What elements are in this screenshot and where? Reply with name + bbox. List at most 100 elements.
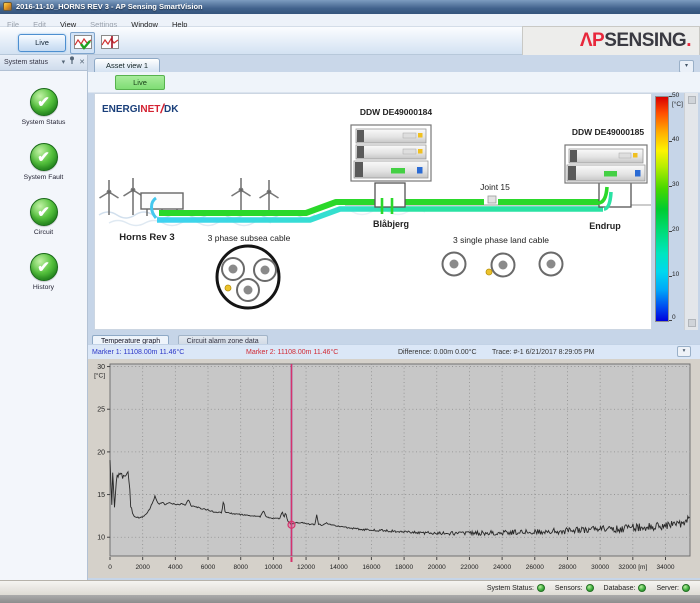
graph-options-button[interactable]: ▾ bbox=[677, 346, 691, 357]
tab-asset-view-1[interactable]: Asset view 1 bbox=[94, 58, 160, 72]
system-status-panel-header: System status ✕ ▾ bbox=[0, 55, 87, 71]
difference-readout: Difference: 0.00m 0.00°C bbox=[398, 345, 477, 360]
bottom-edge bbox=[0, 595, 700, 603]
colorbar-tick-40: 40 bbox=[672, 136, 679, 143]
panel-menu-chevron-icon[interactable]: ▾ bbox=[60, 55, 68, 70]
smartvision-window: 2016-11-10_HORNS REV 3 - AP Sensing Smar… bbox=[0, 0, 700, 603]
graph-tab-strip: Temperature graph Circuit alarm zone dat… bbox=[88, 330, 700, 344]
colorbar-tick-20: 20 bbox=[672, 226, 679, 233]
graph-check-icon bbox=[74, 35, 92, 51]
svg-text:15: 15 bbox=[97, 492, 105, 499]
status-sensors: Sensors: bbox=[555, 584, 594, 592]
endrup-label: Endrup bbox=[577, 221, 633, 231]
subsea-cable-crosssection bbox=[217, 246, 279, 308]
joint-15-label: Joint 15 bbox=[467, 182, 523, 192]
svg-text:32000 [m]: 32000 [m] bbox=[618, 564, 647, 571]
brand-logo-ap: ΛP bbox=[580, 30, 604, 51]
status-server: Server: bbox=[656, 584, 690, 592]
status-ok-icon: ✔ bbox=[30, 253, 58, 281]
marker2-readout: Marker 2: 11108.00m 11.46°C bbox=[246, 345, 338, 360]
svg-text:20: 20 bbox=[97, 449, 105, 456]
subsea-cable-label: 3 phase subsea cable bbox=[194, 233, 304, 243]
graph-marker-button[interactable] bbox=[97, 32, 122, 54]
sidebar-item-system-fault[interactable]: ✔ System Fault bbox=[0, 143, 87, 181]
blabjerg-label: Blåbjerg bbox=[363, 219, 419, 229]
svg-text:10000: 10000 bbox=[264, 564, 282, 571]
panel-pin-icon[interactable] bbox=[67, 55, 77, 70]
colorbar-scrollbar[interactable] bbox=[684, 93, 698, 330]
system-status-panel-title: System status bbox=[4, 59, 48, 66]
status-ok-icon: ✔ bbox=[30, 143, 58, 171]
sidebar-item-history[interactable]: ✔ History bbox=[0, 253, 87, 291]
status-ok-icon: ✔ bbox=[30, 198, 58, 226]
status-ok-dot bbox=[537, 584, 545, 592]
status-ok-icon: ✔ bbox=[30, 88, 58, 116]
sidebar-item-label: History bbox=[33, 284, 54, 291]
panel-close-icon[interactable]: ✕ bbox=[77, 55, 87, 70]
status-system: System Status: bbox=[487, 584, 545, 592]
svg-text:6000: 6000 bbox=[201, 564, 216, 571]
svg-text:8000: 8000 bbox=[233, 564, 248, 571]
brand-logo-sensing: SENSING bbox=[604, 30, 686, 51]
colorbar-tick-0: 0 bbox=[672, 314, 676, 321]
svg-text:18000: 18000 bbox=[395, 564, 413, 571]
temperature-chart[interactable]: 0 2000 4000 6000 8000 10000 12000 14000 16000 180… bbox=[88, 359, 700, 578]
sidebar-item-system-status[interactable]: ✔ System Status bbox=[0, 88, 87, 126]
svg-text:26000: 26000 bbox=[526, 564, 544, 571]
svg-text:14000: 14000 bbox=[330, 564, 348, 571]
status-ok-dot bbox=[638, 584, 646, 592]
svg-text:0: 0 bbox=[108, 564, 112, 571]
svg-text:20000: 20000 bbox=[428, 564, 446, 571]
status-ok-dot bbox=[586, 584, 594, 592]
window-title: 2016-11-10_HORNS REV 3 - AP Sensing Smar… bbox=[16, 2, 203, 11]
marker1-readout: Marker 1: 11108.00m 11.46°C bbox=[92, 345, 184, 360]
colorbar-tick-10: 10 bbox=[672, 271, 679, 278]
sidebar-item-label: Circuit bbox=[34, 229, 53, 236]
document-tab-strip: Asset view 1 bbox=[88, 55, 700, 72]
ddw1-label: DDW DE49000184 bbox=[350, 107, 442, 117]
svg-text:12000: 12000 bbox=[297, 564, 315, 571]
graph-marker-icon bbox=[101, 35, 119, 51]
svg-text:28000: 28000 bbox=[558, 564, 576, 571]
live-toolbar-button[interactable]: Live bbox=[18, 34, 66, 52]
svg-text:4000: 4000 bbox=[168, 564, 183, 571]
svg-text:34000: 34000 bbox=[656, 564, 674, 571]
asset-diagram-canvas[interactable]: ENERGINET/DK DDW DE49000184 DDW DE490001… bbox=[94, 93, 652, 330]
ddw-box-2 bbox=[565, 145, 647, 183]
svg-text:10: 10 bbox=[97, 535, 105, 542]
ddw-box-1 bbox=[351, 125, 431, 181]
brand-bar: ΛPSENSING. bbox=[522, 26, 700, 56]
land-cable-crosssection bbox=[443, 253, 563, 277]
energinet-logo: ENERGINET/DK bbox=[102, 100, 178, 115]
svg-text:24000: 24000 bbox=[493, 564, 511, 571]
joint-box bbox=[488, 196, 496, 203]
svg-text:[°C]: [°C] bbox=[94, 372, 105, 380]
system-status-panel: System status ✕ ▾ ✔ System Status ✔ Syst… bbox=[0, 55, 88, 580]
brand-logo-dot: . bbox=[686, 30, 691, 51]
trace-readout: Trace: #-1 6/21/2017 8:29:05 PM bbox=[492, 345, 594, 360]
colorbar-unit: [°C] bbox=[672, 101, 683, 108]
marker-info-bar: Marker 1: 11108.00m 11.46°C Marker 2: 11… bbox=[88, 344, 700, 359]
asset-view-toolbar bbox=[88, 72, 700, 93]
svg-text:16000: 16000 bbox=[362, 564, 380, 571]
horns-rev-label: Horns Rev 3 bbox=[107, 232, 187, 243]
wind-turbines bbox=[100, 178, 279, 215]
status-database: Database: bbox=[604, 584, 647, 592]
sidebar-item-label: System Status bbox=[22, 119, 66, 126]
graph-check-button[interactable] bbox=[70, 32, 95, 54]
app-icon bbox=[3, 2, 12, 11]
svg-text:2000: 2000 bbox=[135, 564, 150, 571]
energinet-slash: / bbox=[160, 101, 164, 116]
colorbar-tick-50: 50 bbox=[672, 92, 679, 99]
temperature-colorbar bbox=[655, 96, 669, 322]
status-ok-dot bbox=[682, 584, 690, 592]
colorbar-tick-30: 30 bbox=[672, 181, 679, 188]
title-bar: 2016-11-10_HORNS REV 3 - AP Sensing Smar… bbox=[0, 0, 700, 14]
sidebar-item-circuit[interactable]: ✔ Circuit bbox=[0, 198, 87, 236]
svg-text:30000: 30000 bbox=[591, 564, 609, 571]
status-bar: System Status: Sensors: Database: Server… bbox=[0, 580, 700, 595]
live-status-button[interactable]: Live bbox=[115, 75, 165, 90]
ddw2-label: DDW DE49000185 bbox=[563, 127, 653, 137]
svg-text:25: 25 bbox=[97, 407, 105, 414]
blabjerg-station bbox=[375, 183, 405, 207]
